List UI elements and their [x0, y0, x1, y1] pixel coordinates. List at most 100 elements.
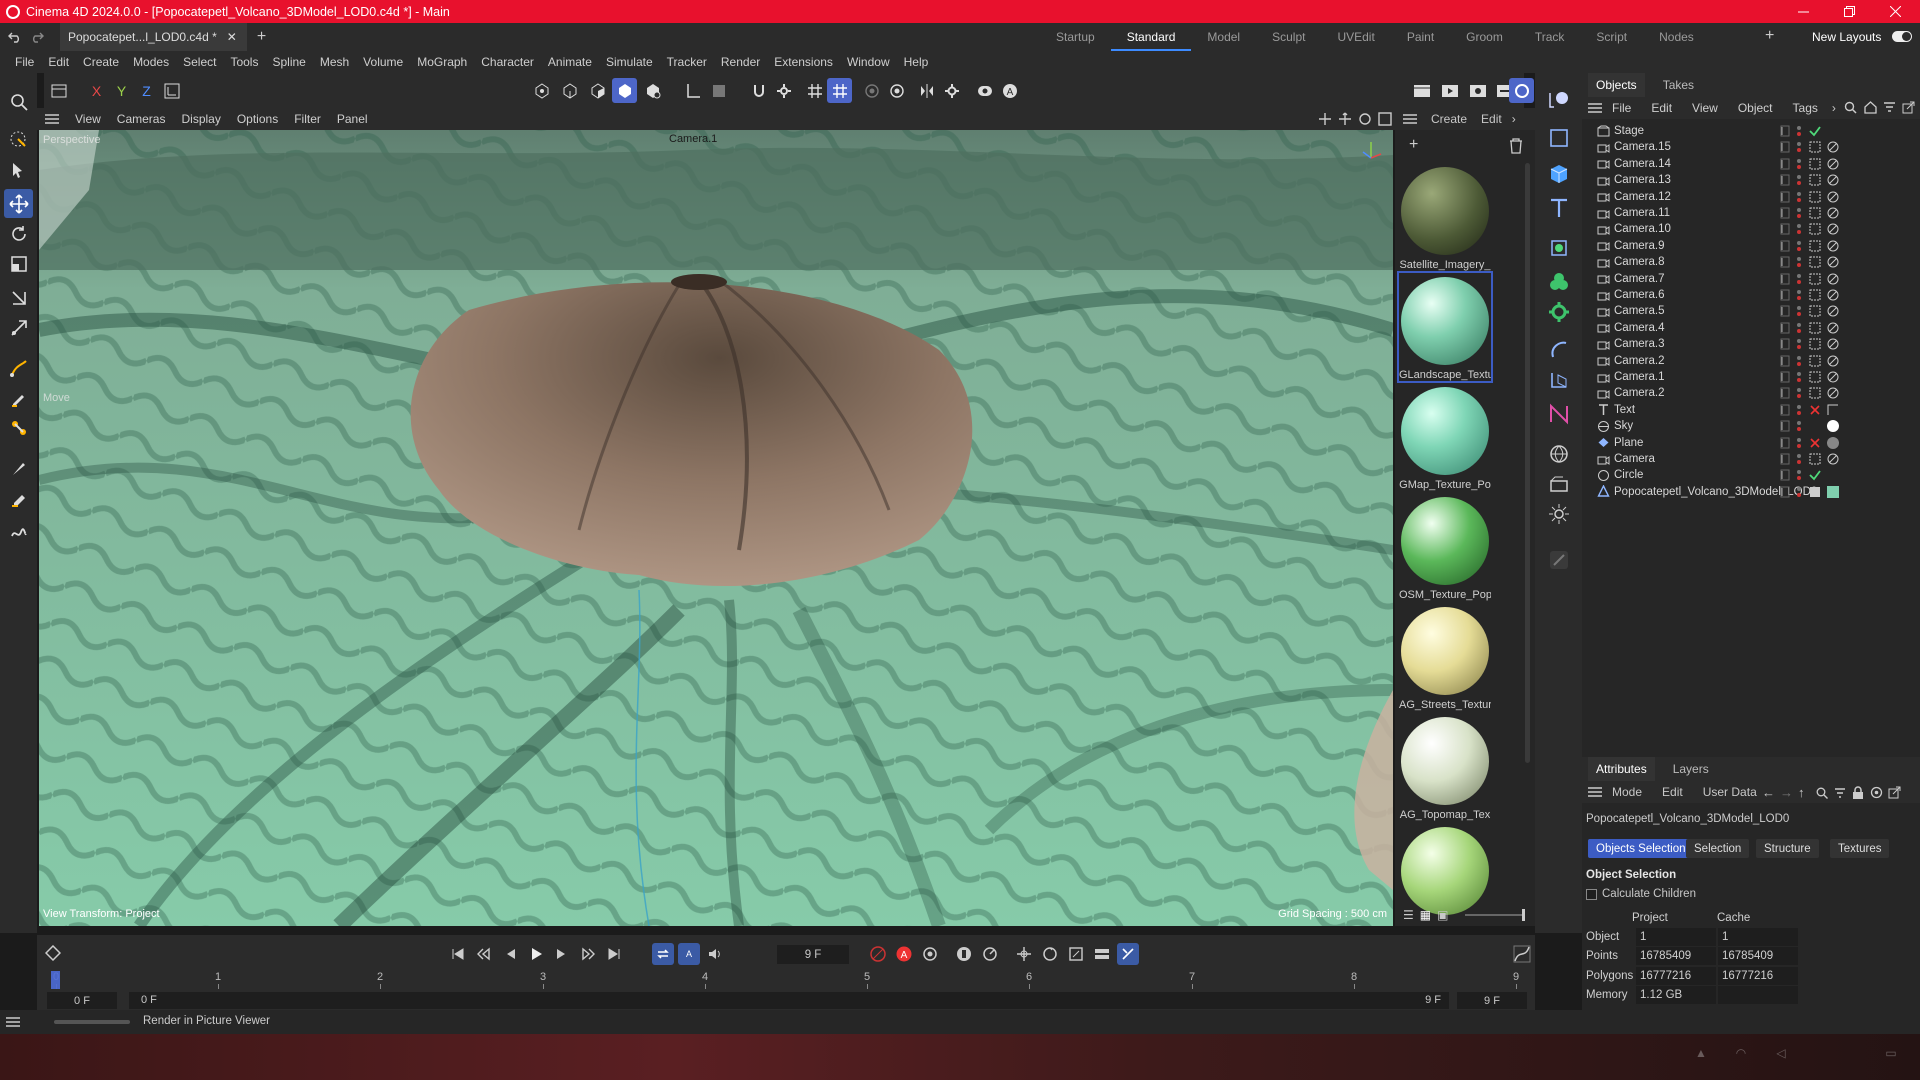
attr-group-selection[interactable]: Selection [1686, 839, 1750, 858]
visibility-toggle-icon[interactable] [1778, 436, 1792, 450]
viewport-menu-cameras[interactable]: Cameras [109, 112, 174, 126]
calculate-children-option[interactable]: Calculate Children [1586, 888, 1696, 900]
selection-tools-icon[interactable] [4, 155, 33, 184]
object-tag-icon[interactable] [1808, 255, 1822, 269]
cloner-object-icon[interactable] [1542, 267, 1575, 297]
undo-icon[interactable] [4, 23, 26, 51]
object-menu-object[interactable]: Object [1728, 101, 1783, 115]
polygon-pen-icon[interactable] [4, 517, 33, 546]
menu-animate[interactable]: Animate [541, 55, 599, 69]
menu-select[interactable]: Select [176, 55, 223, 69]
close-tab-icon[interactable]: ✕ [227, 30, 237, 44]
symmetry-icon[interactable] [914, 78, 939, 103]
visibility-toggle-icon[interactable] [1778, 140, 1792, 154]
tab-takes[interactable]: Takes [1655, 73, 1702, 97]
grid-view-icon[interactable]: ▦ [1420, 908, 1431, 922]
environment-object-icon[interactable] [1542, 439, 1575, 469]
render-visibility-dots-icon[interactable] [1792, 468, 1806, 482]
render-visibility-dots-icon[interactable] [1792, 370, 1806, 384]
render-visibility-dots-icon[interactable] [1792, 222, 1806, 236]
viewport-menu-panel[interactable]: Panel [329, 112, 376, 126]
visibility-toggle-icon[interactable] [1778, 206, 1792, 220]
menu-volume[interactable]: Volume [356, 55, 410, 69]
object-tag-icon[interactable] [1808, 354, 1822, 368]
menu-help[interactable]: Help [897, 55, 936, 69]
active-camera-label[interactable]: Camera.1 [669, 133, 717, 145]
layout-tab-sculpt[interactable]: Sculpt [1256, 23, 1321, 51]
sound-icon[interactable] [704, 943, 726, 965]
material-item[interactable]: AG_Streets_Textur [1399, 603, 1491, 711]
key-scale-icon[interactable] [1065, 943, 1087, 965]
transfer-tool-icon[interactable] [4, 283, 33, 312]
current-frame-field[interactable]: 9 F [777, 945, 849, 964]
menu-tools[interactable]: Tools [223, 55, 265, 69]
object-menu-tags[interactable]: Tags [1783, 101, 1828, 115]
new-tab-button[interactable]: + [257, 28, 266, 46]
attr-group-objects-selection[interactable]: Objects Selection [1588, 839, 1694, 858]
layout-tab-paint[interactable]: Paint [1391, 23, 1450, 51]
play-icon[interactable] [525, 943, 547, 965]
attr-group-textures[interactable]: Textures [1830, 839, 1890, 858]
close-window-button[interactable] [1872, 0, 1918, 23]
menu-spline[interactable]: Spline [265, 55, 312, 69]
polygons-mode-icon[interactable] [585, 78, 610, 103]
z-axis-lock-button[interactable]: Z [134, 78, 159, 103]
viewport-menu-icon[interactable] [43, 114, 61, 124]
pan-view-icon[interactable] [1318, 112, 1332, 126]
object-tag-icon[interactable] [1826, 304, 1840, 318]
object-tag-icon[interactable] [1826, 206, 1840, 220]
visibility-toggle-icon[interactable] [1778, 419, 1792, 433]
object-tag-icon[interactable] [1826, 386, 1840, 400]
object-tag-icon[interactable] [1808, 157, 1822, 171]
object-tag-icon[interactable] [1808, 239, 1822, 253]
material-scrollbar[interactable] [1525, 163, 1530, 763]
move-tool-icon[interactable] [4, 189, 33, 218]
render-visibility-dots-icon[interactable] [1792, 321, 1806, 335]
uv-mode-icon[interactable] [640, 78, 665, 103]
live-selection-icon[interactable] [4, 125, 33, 154]
material-item[interactable]: GMap_Texture_Po [1399, 383, 1491, 491]
snap-settings-icon[interactable] [771, 78, 796, 103]
render-view-icon[interactable] [1409, 78, 1434, 103]
viewport-shading-icon[interactable] [972, 78, 997, 103]
layout-tab-script[interactable]: Script [1580, 23, 1643, 51]
menu-create[interactable]: Create [76, 55, 126, 69]
render-visibility-dots-icon[interactable] [1792, 173, 1806, 187]
spline-pen-icon[interactable] [4, 353, 33, 382]
visibility-toggle-icon[interactable] [1778, 190, 1792, 204]
object-tag-icon[interactable] [1808, 337, 1822, 351]
object-tag-icon[interactable] [1808, 321, 1822, 335]
material-item[interactable]: AG_Topomap_Tex [1399, 713, 1491, 821]
edges-mode-icon[interactable] [557, 78, 582, 103]
text-object-icon[interactable] [1542, 193, 1575, 223]
visibility-toggle-icon[interactable] [1778, 403, 1792, 417]
chevron-right-icon[interactable]: › [1512, 112, 1516, 126]
object-menu-edit[interactable]: Edit [1641, 101, 1682, 115]
status-menu-icon[interactable] [6, 1017, 20, 1027]
snapping-tool-icon[interactable] [4, 313, 33, 342]
object-tag-icon[interactable] [1826, 403, 1840, 417]
thumbnail-size-slider[interactable] [1465, 909, 1525, 921]
attribute-manager-menu-icon[interactable] [1588, 787, 1602, 797]
sketch-spline-icon[interactable] [4, 383, 33, 412]
render-visibility-dots-icon[interactable] [1792, 140, 1806, 154]
scene-object-icon[interactable] [1542, 469, 1575, 499]
model-mode-icon[interactable] [46, 78, 71, 103]
render-visibility-dots-icon[interactable] [1792, 124, 1806, 138]
search-icon[interactable] [1844, 101, 1857, 114]
object-tag-icon[interactable] [1826, 337, 1840, 351]
all-frames-icon[interactable]: A [678, 943, 700, 965]
points-mode-icon[interactable] [529, 78, 554, 103]
object-tag-icon[interactable] [1826, 354, 1840, 368]
menu-simulate[interactable]: Simulate [599, 55, 660, 69]
coordinate-system-icon[interactable] [159, 78, 184, 103]
frame-ruler[interactable]: 0123456789 [49, 971, 1529, 989]
visibility-toggle-icon[interactable] [1778, 468, 1792, 482]
key-position-icon[interactable] [1013, 943, 1035, 965]
rotate-view-icon[interactable] [1358, 112, 1372, 126]
attr-menu-mode[interactable]: Mode [1602, 785, 1652, 799]
camera-object-icon[interactable] [1542, 85, 1575, 115]
object-tag-icon[interactable] [1826, 370, 1840, 384]
attr-menu-edit[interactable]: Edit [1652, 785, 1693, 799]
menu-edit[interactable]: Edit [41, 55, 76, 69]
